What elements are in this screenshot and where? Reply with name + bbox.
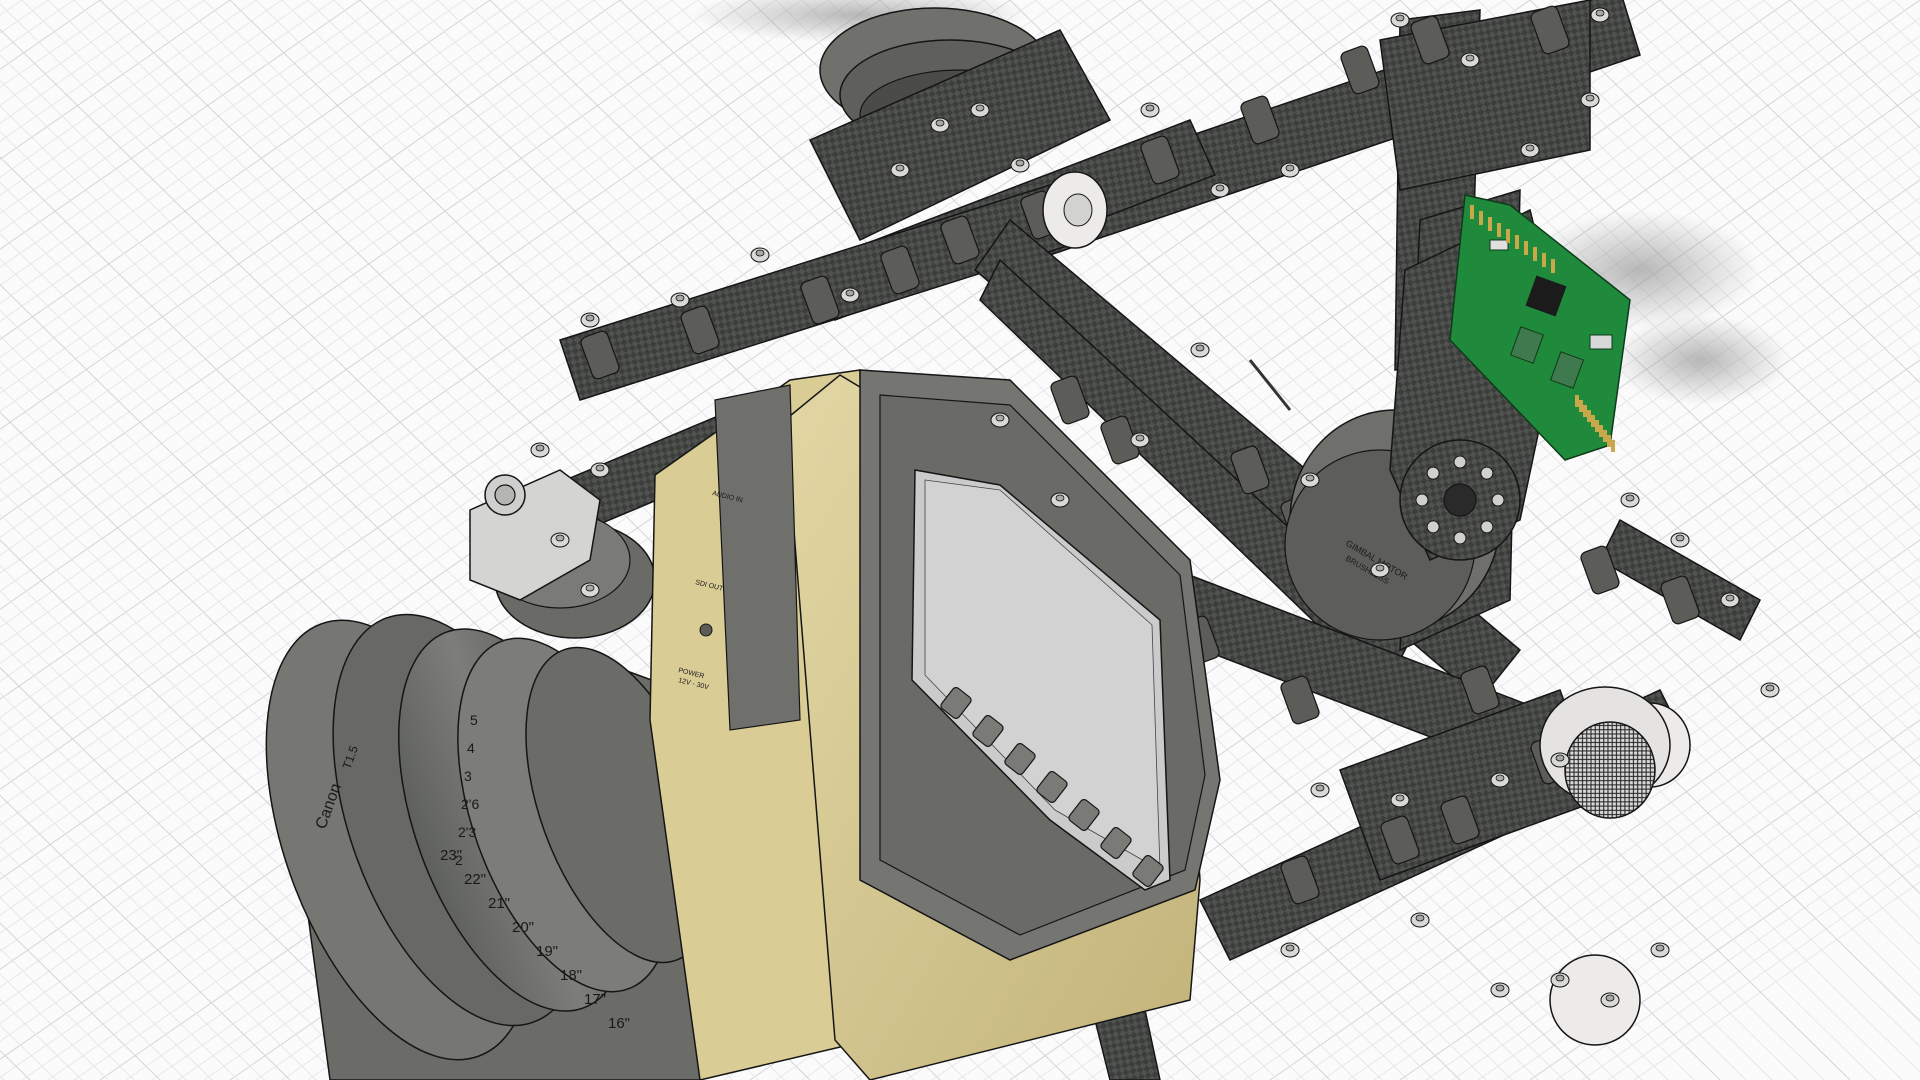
port-jack[interactable] — [699, 623, 713, 637]
lens-inch-mark: 19" — [536, 943, 558, 960]
lens-scale-mark: 5 — [470, 712, 478, 728]
lens-scale-mark: 4 — [467, 740, 475, 756]
lens-inch-mark: 16" — [608, 1015, 630, 1032]
cad-scene[interactable]: GIMBAL MOTOR BRUSHLESS Canon T1.5 5432'6… — [0, 0, 1920, 1080]
lens-inch-mark: 18" — [560, 967, 582, 984]
lens-inch-mark: 17" — [584, 991, 606, 1008]
lens-scale-mark: 2'6 — [461, 796, 479, 812]
lens-inch-mark: 20" — [512, 919, 534, 936]
lens-inch-mark: 22" — [464, 871, 486, 888]
cad-viewport[interactable]: GIMBAL MOTOR BRUSHLESS Canon T1.5 5 4 3 … — [0, 0, 1920, 1080]
lens-scale-mark: 2'3 — [458, 824, 476, 840]
lens-inch-mark: 23" — [440, 847, 462, 864]
lens-scale-mark: 3 — [464, 768, 472, 784]
lens-inch-mark: 21" — [488, 895, 510, 912]
thin-rod — [1248, 359, 1292, 411]
